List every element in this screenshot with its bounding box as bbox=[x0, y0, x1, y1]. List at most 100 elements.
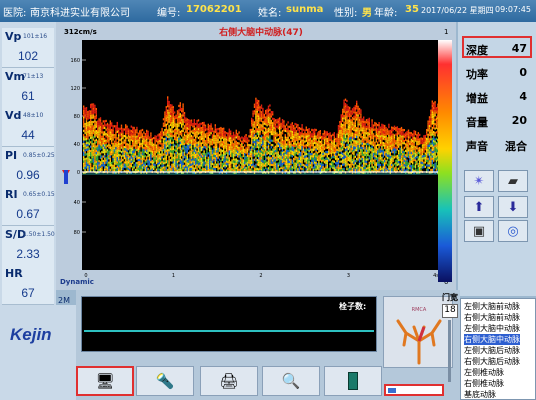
y-tick-label: 40 bbox=[74, 142, 80, 148]
measure-value: 0.67 bbox=[16, 207, 40, 221]
sex-label: 性别: bbox=[334, 8, 358, 19]
up-arrow-icon: ⬆ bbox=[473, 199, 485, 215]
measure-name: PI bbox=[5, 148, 18, 162]
measure-value: 44 bbox=[21, 128, 35, 142]
probe-icon: ▣ bbox=[472, 223, 486, 239]
print-button[interactable]: 🖨 bbox=[200, 366, 258, 396]
report-button[interactable]: 🔍 bbox=[262, 366, 320, 396]
probe-wand-button[interactable]: 🔦 bbox=[136, 366, 194, 396]
measurement-panel: Vp 101±16 102 Vm 71±13 61 Vd 48±10 44 PI 0.85±0.25… bbox=[0, 22, 56, 305]
exit-button[interactable] bbox=[324, 366, 382, 396]
age-label: 年龄: bbox=[374, 8, 398, 19]
disc-button[interactable]: ◎ bbox=[498, 220, 528, 242]
hospital-value: 南京科进实业有限公司 bbox=[30, 8, 130, 19]
star-icon: ✴ bbox=[473, 173, 485, 189]
date: 2017/06/22 星期四 bbox=[421, 6, 494, 15]
disc-icon: ◎ bbox=[507, 223, 519, 239]
y-tick-label: 120 bbox=[70, 86, 80, 92]
param-value: 47 bbox=[511, 42, 527, 55]
param-label: 功率 bbox=[466, 68, 488, 81]
param-value: 混合 bbox=[505, 140, 527, 153]
vessel-list-item[interactable]: 右侧大脑前动脉 bbox=[464, 312, 520, 323]
measure-name: Vm bbox=[5, 69, 25, 83]
measure-range: 101±16 bbox=[23, 33, 48, 40]
m-mode-label: 2M bbox=[58, 296, 70, 305]
param-row: 功率 0 bbox=[458, 62, 536, 84]
measure-value: 102 bbox=[17, 49, 39, 63]
name-label: 姓名: bbox=[258, 8, 282, 19]
vessel-list-item[interactable]: 左侧大脑中动脉 bbox=[464, 323, 520, 334]
hospital-label: 医院: bbox=[3, 8, 27, 19]
vessel-list-item[interactable]: 左侧大脑前动脉 bbox=[464, 301, 520, 312]
emboli-count-label: 栓子数: bbox=[339, 302, 367, 311]
parameter-panel: 深度 47 功率 0 增益 4 音量 20 声音 混合 ✴ ▰ ⬆ ⬇ ▣ ◎ bbox=[458, 22, 536, 296]
time: 09:07:45 bbox=[495, 5, 531, 14]
probe-button[interactable]: ▣ bbox=[464, 220, 494, 242]
measure-vp: Vp 101±16 102 bbox=[2, 28, 54, 68]
progress-bar bbox=[384, 384, 444, 396]
param-row: 深度 47 bbox=[458, 38, 536, 60]
y-tick-label: 80 bbox=[74, 230, 80, 236]
vessel-list-item[interactable]: 左侧椎动脉 bbox=[464, 367, 504, 378]
down-button[interactable]: ⬇ bbox=[498, 196, 528, 218]
param-value: 0 bbox=[519, 66, 527, 79]
name-value: sunma bbox=[286, 4, 324, 15]
param-row: 增益 4 bbox=[458, 86, 536, 108]
param-value: 4 bbox=[519, 90, 527, 103]
exit-icon bbox=[348, 372, 358, 390]
gate-width-label: 门宽 bbox=[442, 293, 458, 302]
printer-icon: 🖨 bbox=[219, 372, 239, 390]
colorbar-top-label: 1 bbox=[444, 28, 448, 36]
vessel-list[interactable]: 左侧大脑前动脉 右侧大脑前动脉 左侧大脑中动脉 右侧大脑中动脉 左侧大脑后动脉 右侧大脑后… bbox=[460, 298, 536, 400]
logo-panel: Kejin bbox=[0, 305, 76, 400]
spectrum-title: 右侧大脑中动脉(47) bbox=[218, 26, 303, 38]
vessel-list-item[interactable]: 左侧大脑后动脉 bbox=[464, 345, 520, 356]
vessel-list-item[interactable]: 右侧大脑后动脉 bbox=[464, 356, 520, 367]
measure-value: 0.96 bbox=[16, 167, 40, 182]
measure-range: 0.85±0.25 bbox=[23, 151, 55, 159]
color-scale-bar bbox=[438, 40, 452, 282]
patient-button[interactable]: 🖥 bbox=[76, 366, 134, 396]
vessel-list-item[interactable]: 右侧椎动脉 bbox=[464, 378, 504, 389]
measure-range: 1.50±1.50 bbox=[23, 230, 55, 238]
param-label: 增益 bbox=[466, 92, 488, 105]
measure-name: Vd bbox=[5, 109, 22, 122]
measure-value: 67 bbox=[21, 286, 35, 300]
vessel-list-item[interactable]: 右侧大脑中动脉 bbox=[464, 334, 520, 345]
m-mode-trace bbox=[84, 330, 374, 332]
measure-value: 61 bbox=[21, 88, 35, 103]
param-row: 音量 20 bbox=[458, 110, 536, 132]
y-tick-label: 160 bbox=[70, 58, 80, 64]
vessel-list-item[interactable]: 基底动脉 bbox=[464, 389, 496, 400]
y-tick-label: 0 bbox=[77, 170, 80, 176]
measure-hr: HR 67 bbox=[2, 265, 54, 305]
probe-wand-icon: 🔦 bbox=[155, 372, 175, 390]
measure-name: RI bbox=[5, 188, 18, 201]
patient-icon: 🖥 bbox=[95, 372, 115, 390]
up-button[interactable]: ⬆ bbox=[464, 196, 494, 218]
progress-fill bbox=[388, 388, 396, 393]
eraser-icon: ▰ bbox=[508, 173, 518, 189]
measure-range: 48±10 bbox=[23, 112, 44, 119]
search-report-icon: 🔍 bbox=[281, 372, 301, 390]
param-label: 音量 bbox=[466, 116, 488, 129]
id-value: 17062201 bbox=[186, 4, 242, 15]
gate-width-control[interactable]: 门宽 18 bbox=[440, 292, 460, 382]
doppler-spectrum: 312cm/s 右侧大脑中动脉(47) 101601208040040800 1 2 3 4… bbox=[60, 26, 448, 286]
measure-sd: S/D 1.50±1.50 2.33 bbox=[2, 225, 55, 266]
measure-name: Vp bbox=[5, 30, 22, 43]
eraser-button[interactable]: ▰ bbox=[498, 170, 528, 192]
mode-label: Dynamic bbox=[60, 278, 94, 286]
x-tick-label: 1 bbox=[172, 273, 175, 279]
y-tick-label: 40 bbox=[74, 200, 80, 206]
star-button[interactable]: ✴ bbox=[464, 170, 494, 192]
x-tick-label: 3 bbox=[347, 273, 350, 279]
spectrum-panel: 312cm/s 右侧大脑中动脉(47) 1 0 160 120 80 40 0 40 80 0 1 2 3 4… bbox=[56, 22, 456, 290]
measure-value: 2.33 bbox=[16, 246, 40, 261]
gate-slider-track[interactable] bbox=[448, 320, 451, 382]
direction-arrow-shaft bbox=[64, 170, 68, 184]
m-mode-display: 栓子数: bbox=[81, 296, 377, 352]
param-label: 声音 bbox=[466, 140, 488, 153]
gate-width-value[interactable]: 18 bbox=[442, 304, 458, 318]
param-value: 20 bbox=[511, 114, 527, 127]
